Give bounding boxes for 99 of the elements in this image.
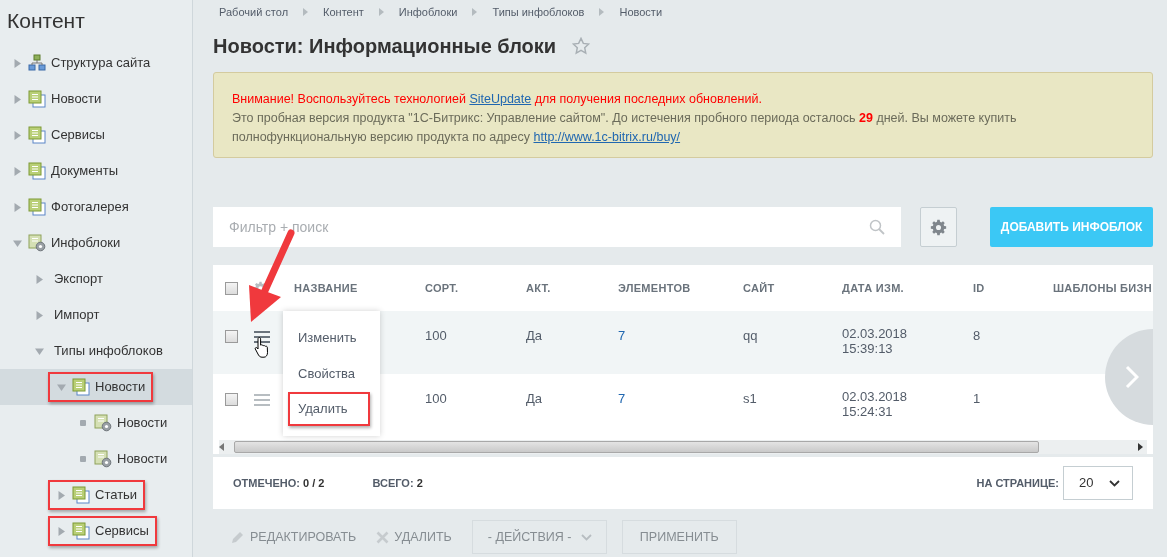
- document-icon: [72, 522, 90, 540]
- document-icon: [72, 486, 90, 504]
- column-header[interactable]: АКТ.: [526, 279, 618, 297]
- document-icon: [72, 378, 90, 396]
- bullet-icon: [80, 420, 86, 426]
- tree-label: Сервисы: [51, 126, 105, 145]
- tree-item[interactable]: Новости: [0, 441, 192, 477]
- sidebar-title: Контент: [6, 8, 86, 34]
- table-cell-text: 8: [973, 327, 982, 345]
- structure-icon: [28, 54, 46, 72]
- bullet-icon: [80, 456, 86, 462]
- tree-item[interactable]: Типы инфоблоков: [0, 333, 192, 369]
- table-cell-text: Да: [526, 327, 544, 345]
- tree-item[interactable]: Фотогалерея: [0, 189, 192, 225]
- tree-item[interactable]: Импорт: [0, 297, 192, 333]
- tree-label: Структура сайта: [51, 54, 151, 73]
- chevron-right-icon: [1125, 365, 1139, 389]
- chevron-down-icon: [580, 533, 592, 541]
- breadcrumb-arrow-icon: [303, 8, 309, 16]
- tree-label: Типы инфоблоков: [54, 342, 163, 361]
- select-all-checkbox[interactable]: [225, 281, 238, 295]
- document-icon: [28, 90, 46, 108]
- per-page-select[interactable]: 20: [1063, 466, 1133, 500]
- tree-item[interactable]: Экспорт: [0, 261, 192, 297]
- link[interactable]: 7: [618, 326, 743, 346]
- menu-icon[interactable]: [253, 330, 271, 344]
- tree-label: Новости: [51, 90, 102, 109]
- row-checkbox[interactable]: [225, 393, 238, 406]
- tree-item[interactable]: Структура сайта: [0, 45, 192, 81]
- breadcrumb-arrow-icon: [472, 8, 478, 16]
- horizontal-scrollbar[interactable]: [219, 440, 1147, 454]
- column-header[interactable]: ЭЛЕМЕНТОВ: [618, 279, 743, 297]
- table-cell-text: 1: [973, 390, 982, 408]
- column-header[interactable]: ШАБЛОНЫ БИЗН: [1053, 279, 1153, 297]
- pencil-icon: [231, 530, 245, 544]
- tree-item[interactable]: Новости: [0, 369, 192, 405]
- tree-item[interactable]: Новости: [0, 81, 192, 117]
- tree-label: Экспорт: [54, 270, 103, 289]
- document-icon: [28, 198, 46, 216]
- column-header[interactable]: ID: [973, 279, 1053, 297]
- tree-label: Новости: [117, 450, 168, 469]
- table-cell-text: 02.03.2018 15:24:31: [842, 389, 909, 419]
- settings-button[interactable]: [920, 207, 958, 247]
- scroll-left-icon: [219, 443, 224, 451]
- table-cell-text: Да: [526, 390, 544, 408]
- table-cell-text: 100: [425, 390, 448, 408]
- search-field[interactable]: Фильтр + поиск: [213, 207, 901, 247]
- column-header[interactable]: ДАТА ИЗМ.: [842, 279, 973, 297]
- trial-text: Это пробная версия продукта "1С-Битрикс: Управление сайтом". До истечения пробного периода осталось 29 дней. Вы можете купить полнофункциональную версию продукта по адресу http://www.1c-bitrix.ru/buy/: [232, 110, 1018, 146]
- tree-item[interactable]: Новости: [0, 405, 192, 441]
- breadcrumb-link[interactable]: Инфоблоки: [398, 3, 458, 21]
- breadcrumb-link[interactable]: Типы инфоблоков: [492, 3, 585, 21]
- total-count: ВСЕГО: 2: [372, 475, 423, 491]
- tree-label: Документы: [51, 162, 118, 181]
- tree-item[interactable]: Сервисы: [0, 513, 192, 549]
- settings-icon: [930, 218, 948, 236]
- breadcrumb-arrow-icon: [599, 8, 605, 16]
- row-checkbox[interactable]: [225, 330, 238, 343]
- close-icon: [376, 530, 390, 544]
- tree-item[interactable]: Статьи: [0, 477, 192, 513]
- link[interactable]: 7: [618, 389, 743, 409]
- document-gear-icon: [28, 234, 46, 252]
- column-header[interactable]: САЙТ: [743, 279, 842, 297]
- tree-label: Импорт: [54, 306, 100, 325]
- table-cell-text: 100: [425, 327, 448, 345]
- tree-item[interactable]: Инфоблоки: [0, 225, 192, 261]
- column-header[interactable]: СОРТ.: [425, 279, 526, 297]
- tree-label: Сервисы: [95, 522, 149, 541]
- tree-label: Фотогалерея: [51, 198, 129, 217]
- chevron-down-icon: [1109, 479, 1120, 487]
- search-icon: [869, 219, 885, 235]
- tree-label: Новости: [95, 378, 146, 397]
- table-cell-text: s1: [743, 390, 758, 408]
- tree-label: Инфоблоки: [51, 234, 121, 253]
- breadcrumb-link[interactable]: Новости: [619, 3, 663, 21]
- link[interactable]: SiteUpdate: [469, 92, 532, 106]
- menu-item[interactable]: Изменить: [288, 321, 370, 355]
- selected-count: ОТМЕЧЕНО: 0 / 2: [233, 475, 325, 491]
- table-cell-text: qq: [743, 327, 759, 345]
- menu-item[interactable]: Удалить: [288, 392, 370, 426]
- tree-label: Новости: [117, 414, 168, 433]
- tree-item[interactable]: Документы: [0, 153, 192, 189]
- document-icon: [28, 162, 46, 180]
- warning-text: Внимание! Воспользуйтесь технологией SiteUpdate для получения последних обновлений.: [232, 91, 763, 108]
- document-gear-icon: [94, 450, 112, 468]
- breadcrumb-arrow-icon: [378, 8, 384, 16]
- tree-label: Статьи: [95, 486, 138, 505]
- document-gear-icon: [94, 414, 112, 432]
- link[interactable]: http://www.1c-bitrix.ru/buy/: [533, 130, 681, 144]
- breadcrumb-link[interactable]: Контент: [323, 3, 364, 21]
- page-title: Новости: Информационные блоки: [213, 34, 557, 58]
- scroll-right-icon: [1138, 443, 1143, 451]
- tree-item[interactable]: Сервисы: [0, 117, 192, 153]
- breadcrumb-link[interactable]: Рабочий стол: [219, 3, 289, 21]
- per-page-label: НА СТРАНИЦЕ:: [976, 475, 1059, 491]
- table-cell-text: 02.03.2018 15:39:13: [842, 326, 909, 356]
- column-header[interactable]: НАЗВАНИЕ: [294, 279, 425, 297]
- menu-item[interactable]: Свойства: [288, 356, 370, 390]
- document-icon: [28, 126, 46, 144]
